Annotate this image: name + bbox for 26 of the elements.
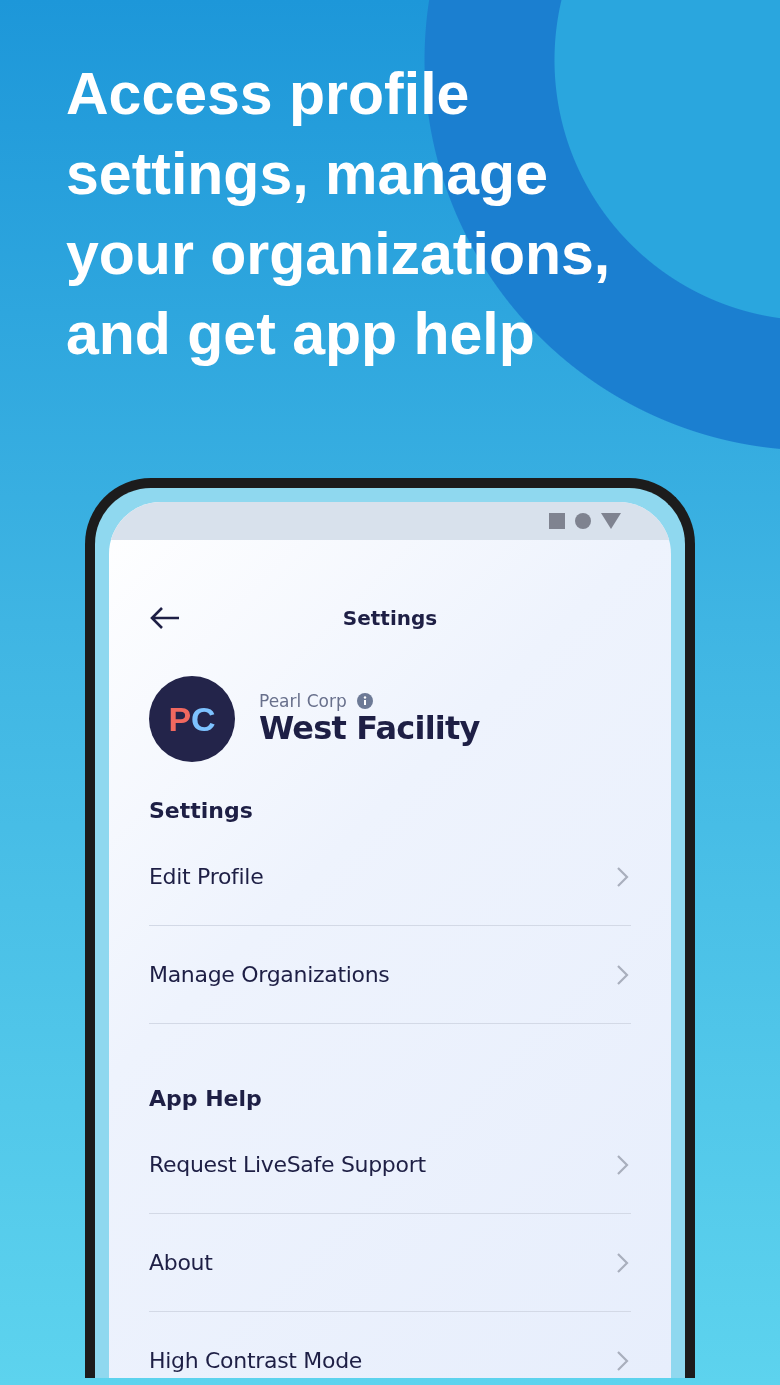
organization-logo: PC	[149, 676, 235, 762]
chevron-right-icon	[615, 1349, 629, 1372]
chevron-right-icon	[615, 1251, 629, 1274]
row-label: Request LiveSafe Support	[149, 1152, 426, 1177]
section-heading: Settings	[149, 797, 254, 825]
chevron-right-icon	[615, 865, 629, 888]
settings-row[interactable]: Edit Profile	[149, 828, 631, 926]
circle-icon	[575, 513, 591, 529]
row-label: Manage Organizations	[149, 962, 390, 987]
chevron-right-icon	[615, 963, 629, 986]
settings-row[interactable]: About	[149, 1214, 631, 1312]
chevron-right-icon	[615, 1153, 629, 1176]
row-label: About	[149, 1250, 213, 1275]
square-icon	[549, 513, 565, 529]
triangle-icon	[601, 513, 621, 529]
settings-row[interactable]: Manage Organizations	[149, 926, 631, 1024]
info-icon[interactable]	[356, 693, 373, 709]
screen-title: Settings	[342, 606, 438, 630]
headline: Access profile settings, manage your organizations, and get app help	[66, 60, 612, 369]
row-label: High Contrast Mode	[149, 1348, 363, 1373]
row-label: Edit Profile	[149, 864, 264, 889]
settings-row[interactable]: Request LiveSafe Support	[149, 1116, 631, 1214]
section-heading: App Help	[149, 1085, 263, 1113]
parent-organization: Pearl Corp	[259, 691, 347, 711]
back-arrow-icon[interactable]	[149, 606, 181, 630]
settings-row[interactable]: High Contrast Mode	[149, 1312, 631, 1378]
